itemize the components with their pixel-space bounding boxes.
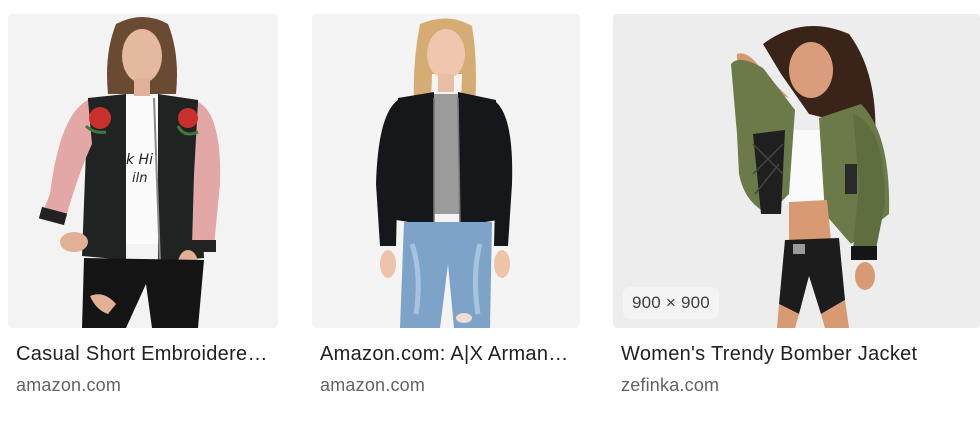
result-source[interactable]: amazon.com	[16, 375, 121, 396]
result-thumbnail[interactable]	[312, 14, 580, 328]
image-result-card[interactable]: Amazon.com: A|X Arman… amazon.com	[312, 0, 582, 410]
result-source[interactable]: zefinka.com	[621, 375, 719, 396]
woman-in-pink-sleeve-floral-bomber-jacket-photo: k Hi iln	[8, 14, 278, 328]
woman-in-olive-bomber-jacket-photo	[613, 14, 980, 328]
woman-in-black-bomber-jacket-photo	[312, 14, 580, 328]
result-title[interactable]: Women's Trendy Bomber Jacket	[621, 343, 976, 366]
result-source[interactable]: amazon.com	[320, 375, 425, 396]
result-thumbnail[interactable]: k Hi iln	[8, 14, 278, 328]
image-dimensions-badge: 900 × 900	[623, 287, 719, 319]
svg-text:k Hi: k Hi	[126, 152, 153, 168]
image-result-card[interactable]: k Hi iln Casual Short Embroidere… amazon…	[8, 0, 280, 410]
result-title[interactable]: Amazon.com: A|X Arman…	[320, 343, 575, 366]
result-title[interactable]: Casual Short Embroidere…	[16, 343, 272, 366]
result-thumbnail[interactable]: 900 × 900	[613, 14, 980, 328]
svg-text:iln: iln	[132, 171, 147, 186]
image-result-card[interactable]: 900 × 900 Women's Trendy Bomber Jacket z…	[613, 0, 980, 410]
